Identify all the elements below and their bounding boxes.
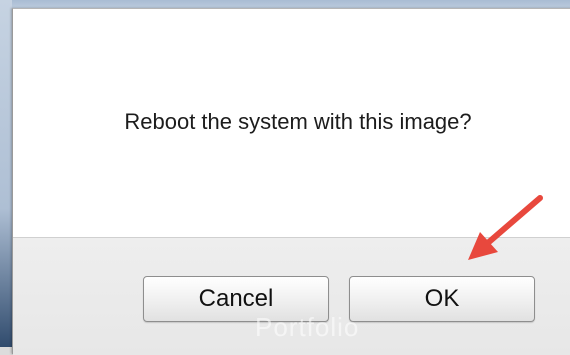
background-watermark-text: Portfolio xyxy=(255,312,360,342)
reboot-confirm-dialog: Reboot the system with this image? Cance… xyxy=(12,8,570,355)
background-window-left xyxy=(0,0,12,347)
red-arrow-icon xyxy=(468,195,543,260)
dialog-message: Reboot the system with this image? xyxy=(124,109,472,134)
ok-button[interactable]: OK xyxy=(349,276,535,322)
